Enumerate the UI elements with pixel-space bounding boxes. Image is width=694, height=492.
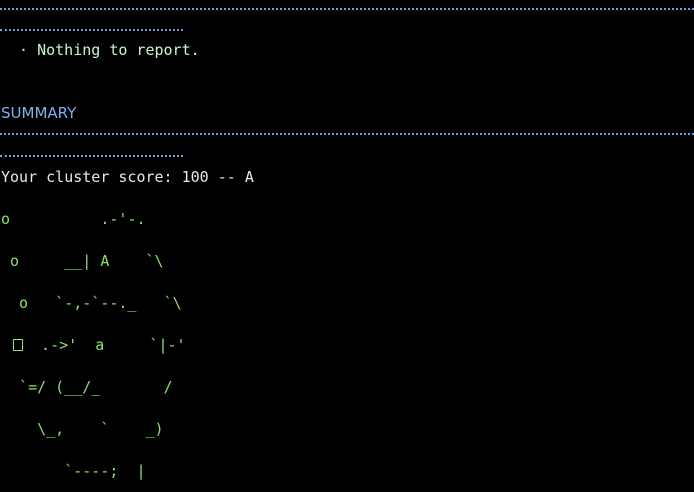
terminal-window[interactable]: · Nothing to report. SUMMARY Your cluste… [0, 0, 694, 492]
ascii-art-line: .->' a `|-' [1, 335, 186, 355]
box-glyph-icon [13, 339, 23, 351]
ascii-art-line: `=/ (__/_ / [1, 378, 173, 396]
ascii-art-line: \_, ` _) [1, 420, 164, 438]
ascii-art-line: o __| A `\ [1, 252, 164, 270]
ascii-art-line: o `-,-`--._ `\ [1, 294, 182, 312]
ascii-art-line: `----; | [1, 462, 146, 480]
summary-divider-rule-short [0, 155, 183, 157]
cluster-score: Your cluster score: 100 -- A [1, 168, 254, 186]
ascii-art-line-text: .->' a `|-' [23, 336, 186, 354]
divider-rule-short [0, 29, 183, 31]
summary-divider-rule [0, 133, 694, 135]
summary-heading: SUMMARY [1, 104, 77, 122]
divider-rule [0, 8, 694, 10]
ascii-art-line: o .-'-. [1, 210, 146, 228]
report-message: · Nothing to report. [10, 41, 200, 59]
